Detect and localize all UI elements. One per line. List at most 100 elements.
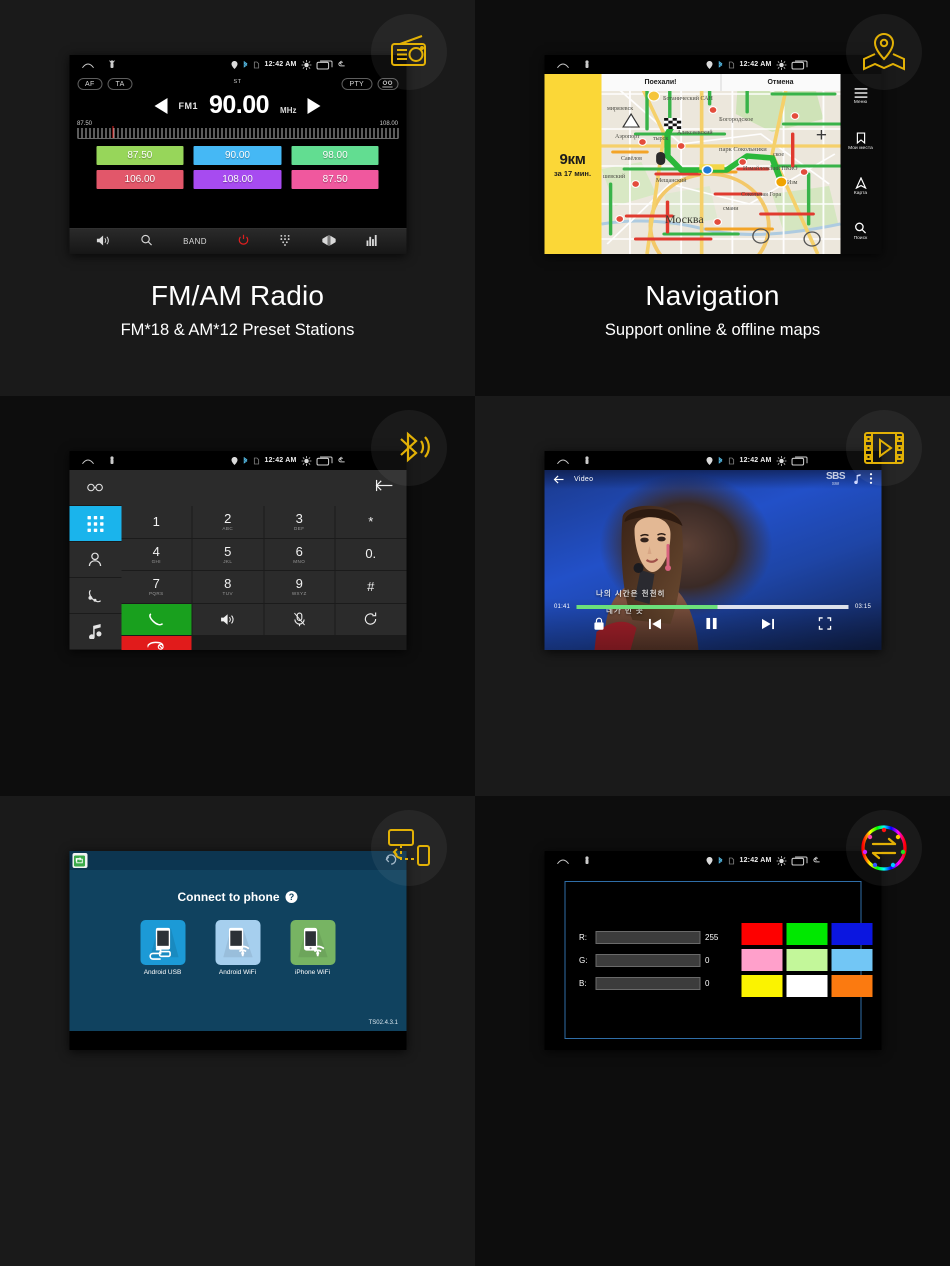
key[interactable]: *	[335, 506, 406, 538]
mic-mute-icon[interactable]	[264, 603, 335, 635]
red-slider[interactable]	[595, 930, 700, 944]
android-robot-icon[interactable]	[583, 456, 590, 465]
map-canvas[interactable]: Поехали! Отмена + мирязевск Ботанический…	[601, 74, 840, 254]
keypad-icon[interactable]	[280, 233, 291, 251]
backspace-icon[interactable]	[374, 479, 393, 497]
android-robot-icon[interactable]	[108, 60, 115, 69]
home-icon[interactable]	[556, 60, 569, 69]
af-button[interactable]: AF	[77, 78, 103, 90]
key[interactable]: 0.	[335, 538, 406, 570]
android-robot-icon[interactable]	[583, 856, 590, 865]
key[interactable]: 1	[121, 506, 192, 538]
color-swatch[interactable]	[741, 949, 782, 971]
location-icon	[706, 456, 713, 465]
color-swatch[interactable]	[831, 923, 872, 945]
help-icon[interactable]: ?	[285, 891, 298, 903]
back-icon[interactable]	[338, 60, 346, 69]
volume-icon[interactable]	[96, 233, 110, 251]
android-robot-icon[interactable]	[583, 60, 590, 69]
preset-button[interactable]: 106.00	[96, 170, 184, 189]
zoom-in-button[interactable]: +	[816, 126, 827, 145]
preset-button[interactable]: 87.50	[96, 146, 184, 165]
number-input[interactable]	[121, 470, 406, 506]
dialpad-icon[interactable]	[69, 506, 121, 542]
home-icon[interactable]	[81, 60, 94, 69]
transfer-icon[interactable]	[335, 603, 406, 635]
back-arrow-icon[interactable]	[553, 471, 564, 489]
eq-balance-icon[interactable]	[321, 233, 336, 251]
key[interactable]: 3 DEF	[264, 506, 335, 538]
key[interactable]: 7 PQRS	[121, 571, 192, 603]
call-answer-icon[interactable]	[121, 603, 192, 635]
brightness-icon[interactable]	[301, 59, 312, 70]
frequency-scale[interactable]: 87.50 108.00	[77, 121, 398, 139]
recents-icon[interactable]	[791, 855, 808, 866]
recents-icon[interactable]	[316, 455, 333, 466]
seek-bar[interactable]	[576, 605, 849, 609]
home-icon[interactable]	[556, 856, 569, 865]
tune-down-button[interactable]	[154, 97, 168, 114]
key[interactable]: 2 ABC	[192, 506, 263, 538]
color-swatch[interactable]	[831, 975, 872, 997]
bluetooth-status-icon	[718, 856, 724, 865]
pause-icon[interactable]	[705, 617, 717, 635]
power-icon[interactable]	[237, 233, 249, 251]
brightness-icon[interactable]	[776, 455, 787, 466]
recents-icon[interactable]	[791, 455, 808, 466]
ta-button[interactable]: TA	[107, 78, 133, 90]
cancel-route-button[interactable]: Отмена	[721, 74, 840, 91]
band-button[interactable]: BAND	[183, 237, 207, 246]
preset-button[interactable]: 87.50	[291, 170, 379, 189]
color-swatch[interactable]	[786, 949, 827, 971]
color-swatch[interactable]	[786, 923, 827, 945]
recents-icon[interactable]	[791, 59, 808, 70]
preset-button[interactable]: 98.00	[291, 146, 379, 165]
preset-button[interactable]: 90.00	[193, 146, 282, 165]
brightness-icon[interactable]	[776, 855, 787, 866]
mirror-option-android-usb[interactable]: Android USB	[140, 920, 185, 976]
lock-icon[interactable]	[594, 617, 605, 635]
home-icon[interactable]	[81, 456, 94, 465]
color-swatch[interactable]	[831, 949, 872, 971]
green-slider[interactable]	[595, 953, 700, 967]
blue-slider[interactable]	[595, 976, 700, 990]
sidebar-item-search[interactable]: Поиск	[840, 209, 881, 254]
brightness-icon[interactable]	[301, 455, 312, 466]
equalizer-icon[interactable]	[366, 233, 379, 251]
key[interactable]: #	[335, 571, 406, 603]
color-swatch[interactable]	[741, 975, 782, 997]
contacts-icon[interactable]	[69, 542, 121, 578]
fullscreen-icon[interactable]	[818, 617, 831, 635]
pty-button[interactable]: PTY	[341, 78, 372, 90]
brightness-icon[interactable]	[776, 59, 787, 70]
video-surface[interactable]: 나의 시간은 천천히 네가 먼 곳 Video SBS SW	[544, 470, 881, 650]
key[interactable]: 8 TUV	[192, 571, 263, 603]
start-route-button[interactable]: Поехали!	[601, 74, 721, 91]
call-end-icon[interactable]	[121, 636, 192, 650]
speaker-icon[interactable]	[192, 603, 263, 635]
back-ic[interactable]	[813, 856, 821, 865]
sidebar-item-my-places[interactable]: Мои места	[840, 119, 881, 164]
mirror-option-iphone-wifi[interactable]: iPhone WiFi	[290, 920, 335, 976]
key[interactable]: 5 JKL	[192, 538, 263, 570]
search-icon[interactable]	[141, 233, 153, 251]
key[interactable]: 9 WXYZ	[264, 571, 335, 603]
tune-up-button[interactable]	[307, 97, 321, 114]
next-icon[interactable]	[761, 617, 774, 635]
key[interactable]: 4 GHI	[121, 538, 192, 570]
recents-icon[interactable]	[316, 59, 333, 70]
bt-pair-icon[interactable]	[69, 470, 121, 506]
android-robot-icon[interactable]	[108, 456, 115, 465]
color-swatch[interactable]	[741, 923, 782, 945]
preset-button[interactable]: 108.00	[193, 170, 282, 189]
mirror-option-android-wifi[interactable]: Android WiFi	[215, 920, 260, 976]
bt-music-icon[interactable]	[69, 614, 121, 650]
sidebar-item-map[interactable]: Карта	[840, 164, 881, 209]
back-icon[interactable]	[338, 456, 346, 465]
key[interactable]: 6 MNO	[264, 538, 335, 570]
home-icon[interactable]	[556, 456, 569, 465]
color-swatch[interactable]	[786, 975, 827, 997]
call-history-icon[interactable]	[69, 578, 121, 614]
previous-icon[interactable]	[649, 617, 662, 635]
key-digit: 8	[224, 576, 232, 592]
